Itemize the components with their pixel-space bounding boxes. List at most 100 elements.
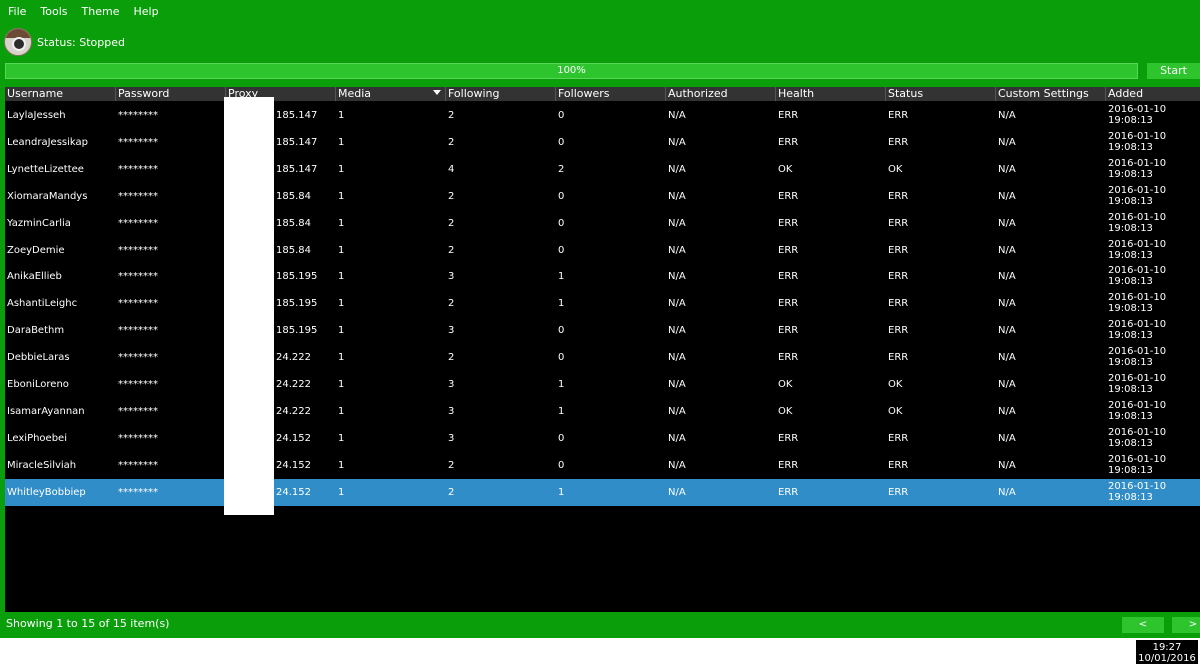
added-time: 19:08:13 (1108, 464, 1153, 476)
column-header-followers[interactable]: Followers (556, 87, 666, 101)
cell-proxy: 24.222 (276, 352, 311, 364)
cell-proxy: 24.152 (276, 459, 311, 471)
table-row[interactable]: DebbieLaras ******** 24.222 1 2 0 N/A ERR ERR N/A… (5, 344, 1200, 371)
added-date: 2016-01-10 (1108, 480, 1167, 492)
cell-health: OK (778, 405, 793, 417)
cell-added: 2016-01-10 19:08:13 (1106, 210, 1166, 237)
cell-added: 2016-01-10 19:08:13 (1106, 371, 1166, 398)
cell-username: XiomaraMandys (7, 190, 88, 202)
column-header-status[interactable]: Status (886, 87, 996, 101)
cell-custom-settings: N/A (998, 136, 1016, 148)
added-date: 2016-01-10 (1108, 346, 1167, 358)
cell-media: 1 (338, 352, 345, 364)
added-date: 2016-01-10 (1108, 211, 1167, 223)
added-time: 19:08:13 (1108, 141, 1153, 153)
column-header-health[interactable]: Health (776, 87, 886, 101)
cell-following: 2 (448, 110, 455, 121)
cell-username: MiracleSilviah (7, 459, 77, 471)
table-row[interactable]: AshantiLeighc ******** 185.195 1 2 1 N/A ERR ERR… (5, 290, 1200, 317)
table-row[interactable]: LaylaJesseh ******** 185.147 1 2 0 N/A ERR ERR N/… (5, 102, 1200, 129)
cell-authorized: N/A (668, 352, 686, 364)
table-row[interactable]: LynetteLizettee ******** 185.147 1 4 2 N/A OK OK… (5, 156, 1200, 183)
cell-media: 1 (338, 432, 345, 444)
cell-status: ERR (888, 459, 909, 471)
status-row: Status: Stopped (4, 27, 125, 57)
added-time: 19:08:13 (1108, 168, 1153, 180)
accounts-grid: Username Password Proxy Media Following … (5, 87, 1200, 612)
cell-status: ERR (888, 217, 909, 229)
table-row[interactable]: EboniLoreno ******** 24.222 1 3 1 N/A OK OK N/A 20… (5, 371, 1200, 398)
camera-logo-icon (4, 28, 32, 56)
menu-help[interactable]: Help (133, 5, 158, 18)
prev-page-button[interactable]: < (1122, 617, 1164, 633)
cell-media: 1 (338, 298, 345, 310)
column-header-username[interactable]: Username (5, 87, 116, 101)
cell-health: ERR (778, 486, 799, 498)
grid-header: Username Password Proxy Media Following … (5, 87, 1200, 101)
cell-authorized: N/A (668, 244, 686, 256)
cell-added: 2016-01-10 19:08:13 (1106, 183, 1166, 210)
cell-password: ******** (118, 486, 158, 498)
cell-username: AnikaEllieb (7, 271, 62, 283)
cell-custom-settings: N/A (998, 271, 1016, 283)
table-row[interactable]: AnikaEllieb ******** 185.195 1 3 1 N/A ERR ERR N/… (5, 263, 1200, 290)
cell-authorized: N/A (668, 136, 686, 148)
cell-followers: 0 (558, 244, 565, 256)
table-row[interactable]: MiracleSilviah ******** 24.152 1 2 0 N/A ERR ERR… (5, 452, 1200, 479)
cell-added: 2016-01-10 19:08:13 (1106, 479, 1166, 506)
cell-password: ******** (118, 271, 158, 283)
table-row[interactable]: WhitleyBobbiep ******** 24.152 1 2 1 N/A ERR ERR… (5, 478, 1200, 506)
table-row[interactable]: IsamarAyannan ******** 24.222 1 3 1 N/A OK OK N/A… (5, 398, 1200, 425)
cell-proxy: 185.84 (276, 217, 311, 229)
cell-added: 2016-01-10 19:08:13 (1106, 425, 1166, 452)
menu-tools[interactable]: Tools (40, 5, 67, 18)
table-row[interactable]: LeandraJessikap ******** 185.147 1 2 0 N/A ERR E… (5, 129, 1200, 156)
cell-media: 1 (338, 271, 345, 283)
cell-custom-settings: N/A (998, 459, 1016, 471)
menu-file[interactable]: File (8, 5, 26, 18)
column-header-custom-settings[interactable]: Custom Settings (996, 87, 1106, 101)
cell-followers: 0 (558, 190, 565, 202)
cell-username: LeandraJessikap (7, 136, 88, 148)
cell-status: ERR (888, 244, 909, 256)
column-header-following[interactable]: Following (446, 87, 556, 101)
cell-health: ERR (778, 217, 799, 229)
cell-authorized: N/A (668, 190, 686, 202)
cell-username: LexiPhoebei (7, 432, 67, 444)
column-header-password[interactable]: Password (116, 87, 226, 101)
added-date: 2016-01-10 (1108, 265, 1167, 277)
column-header-added[interactable]: Added (1106, 87, 1200, 101)
cell-health: ERR (778, 432, 799, 444)
cell-following: 3 (448, 271, 455, 283)
table-row[interactable]: XiomaraMandys ******** 185.84 1 2 0 N/A ERR ERR N… (5, 183, 1200, 210)
cell-custom-settings: N/A (998, 325, 1016, 337)
cell-added: 2016-01-10 19:08:13 (1106, 452, 1166, 479)
cell-following: 3 (448, 432, 455, 444)
cell-custom-settings: N/A (998, 486, 1016, 498)
table-row[interactable]: DaraBethm ******** 185.195 1 3 0 N/A ERR ERR N/A 2… (5, 317, 1200, 344)
cell-password: ******** (118, 136, 158, 148)
table-row[interactable]: ZoeyDemie ******** 185.84 1 2 0 N/A ERR ERR N/A 20… (5, 237, 1200, 264)
cell-username: LaylaJesseh (7, 110, 66, 121)
next-page-button[interactable]: > (1172, 617, 1200, 633)
cell-custom-settings: N/A (998, 405, 1016, 417)
start-button[interactable]: Start (1147, 63, 1200, 79)
cell-media: 1 (338, 379, 345, 390)
added-time: 19:08:13 (1108, 437, 1153, 449)
cell-status: ERR (888, 432, 909, 444)
cell-password: ******** (118, 163, 158, 175)
table-row[interactable]: LexiPhoebei ******** 24.152 1 3 0 N/A ERR ERR N/A… (5, 425, 1200, 452)
cell-username: DebbieLaras (7, 352, 70, 364)
added-date: 2016-01-10 (1108, 157, 1167, 169)
system-clock[interactable]: 19:27 10/01/2016 (1136, 640, 1198, 664)
cell-password: ******** (118, 352, 158, 364)
status-text: Status: Stopped (37, 35, 125, 49)
column-header-media[interactable]: Media (336, 87, 446, 101)
cell-authorized: N/A (668, 325, 686, 337)
menu-theme[interactable]: Theme (82, 5, 120, 18)
column-header-authorized[interactable]: Authorized (666, 87, 776, 101)
cell-added: 2016-01-10 19:08:13 (1106, 129, 1166, 156)
table-row[interactable]: YazminCarlia ******** 185.84 1 2 0 N/A ERR ERR N/… (5, 210, 1200, 237)
cell-health: OK (778, 379, 793, 390)
cell-following: 4 (448, 163, 455, 175)
